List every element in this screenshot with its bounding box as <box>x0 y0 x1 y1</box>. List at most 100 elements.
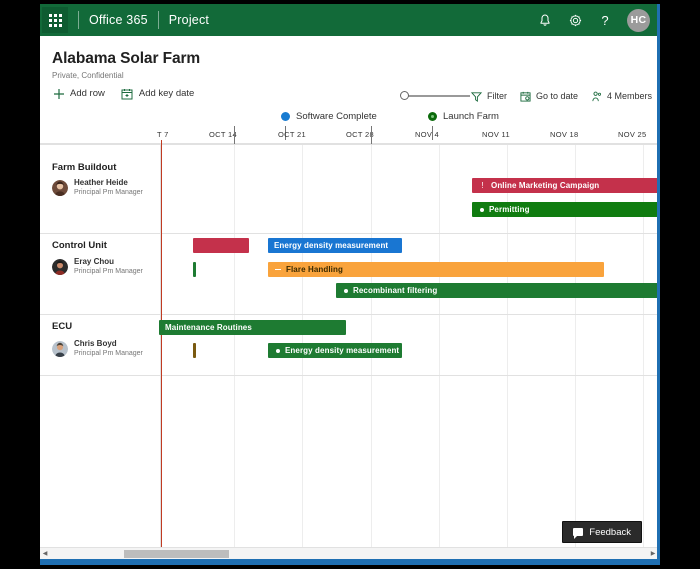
row-divider <box>40 144 660 145</box>
members-button[interactable]: 4 Members <box>591 90 652 102</box>
task-bar-offscreen-red[interactable] <box>193 238 249 253</box>
dot-icon <box>344 289 348 293</box>
feedback-button[interactable]: Feedback <box>562 521 642 543</box>
feedback-icon <box>573 528 583 536</box>
row-owner-ecu[interactable]: Chris Boyd Principal Pm Manager <box>52 339 143 358</box>
key-date-label: Software Complete <box>296 111 377 122</box>
owner-role: Principal Pm Manager <box>74 267 143 276</box>
row-divider <box>40 314 660 315</box>
feedback-label: Feedback <box>589 527 631 538</box>
filter-label: Filter <box>487 91 507 101</box>
timeline-header: T 7 OCT 14 OCT 21 OCT 28 NOV 4 NOV 11 NO… <box>40 126 660 144</box>
add-key-date-label: Add key date <box>139 88 194 99</box>
suite-app-label[interactable]: Project <box>169 13 209 27</box>
task-bar-recombinant-filtering[interactable]: Recombinant filtering <box>336 283 658 298</box>
task-bar-label: Maintenance Routines <box>165 323 252 332</box>
window-right-accent <box>657 4 660 565</box>
owner-name: Chris Boyd <box>74 339 143 349</box>
key-date-software-complete[interactable]: Software Complete <box>281 111 377 122</box>
timeline-tick: T 7 <box>157 130 169 139</box>
dot-icon <box>480 208 484 212</box>
timeline-tick: NOV 25 <box>618 130 646 139</box>
task-bar-online-marketing-campaign[interactable]: ! Online Marketing Campaign <box>472 178 660 193</box>
timeline-tick: NOV 18 <box>550 130 578 139</box>
task-bar-label: Energy density measurement <box>274 241 388 250</box>
task-bar-label: Online Marketing Campaign <box>491 181 599 190</box>
suite-divider-2 <box>158 11 159 29</box>
task-bar-energy-density-measurement[interactable]: Energy density measurement <box>268 238 402 253</box>
suite-divider-1 <box>78 11 79 29</box>
calendar-icon <box>520 90 532 102</box>
suite-actions: ? HC <box>537 9 660 32</box>
go-to-date-button[interactable]: Go to date <box>520 90 578 102</box>
grid-column-line <box>234 144 235 547</box>
plus-icon <box>52 87 65 100</box>
row-group-title-control-unit: Control Unit <box>52 240 107 251</box>
heather-avatar <box>52 180 68 196</box>
add-row-button[interactable]: Add row <box>52 87 105 100</box>
row-divider <box>40 375 660 376</box>
page-title: Alabama Solar Farm <box>52 50 200 68</box>
calendar-add-icon <box>121 87 134 100</box>
key-date-dot-icon <box>281 112 290 121</box>
row-owner-text: Chris Boyd Principal Pm Manager <box>74 339 143 358</box>
owner-name: Heather Heide <box>74 178 143 188</box>
settings-gear-icon[interactable] <box>567 12 583 28</box>
task-bar-maintenance-routines[interactable]: Maintenance Routines <box>159 320 346 335</box>
help-icon[interactable]: ? <box>597 12 613 28</box>
alert-icon: ! <box>479 181 486 190</box>
user-avatar[interactable]: HC <box>627 9 650 32</box>
task-bar-label: Flare Handling <box>286 265 343 274</box>
window-bottom-accent <box>40 559 660 565</box>
app-window: Office 365 Project ? HC Alabama Solar Fa… <box>40 4 660 565</box>
timeline-tick: NOV 4 <box>415 130 439 139</box>
gantt-grid: Farm Buildout Heather Heide Principal Pm… <box>40 144 660 547</box>
key-date-label: Launch Farm <box>443 111 499 122</box>
key-date-dot-icon <box>428 112 437 121</box>
task-bar-energy-density-measurement-ecu[interactable]: Energy density measurement <box>268 343 402 358</box>
timeline-divider <box>234 126 235 144</box>
timeline-tick: NOV 11 <box>482 130 510 139</box>
task-bar-stub-green[interactable] <box>193 262 196 277</box>
row-group-title-ecu: ECU <box>52 321 72 332</box>
add-row-label: Add row <box>70 88 105 99</box>
timeline-tick: OCT 21 <box>278 130 306 139</box>
header-tools: Filter Go to date 4 Members <box>471 90 652 102</box>
row-owner-farm-buildout[interactable]: Heather Heide Principal Pm Manager <box>52 178 143 197</box>
scroll-left-arrow-icon[interactable]: ◀ <box>40 548 50 560</box>
scrollbar-thumb[interactable] <box>124 550 229 558</box>
row-divider <box>40 233 660 234</box>
row-owner-text: Heather Heide Principal Pm Manager <box>74 178 143 197</box>
page-subtitle: Private, Confidential <box>52 71 124 80</box>
dot-icon <box>276 349 280 353</box>
task-bar-permitting[interactable]: Permitting <box>472 202 660 217</box>
horizontal-scrollbar[interactable]: ◀ ▶ <box>40 547 660 559</box>
task-bar-stub-olive[interactable] <box>193 343 196 358</box>
owner-role: Principal Pm Manager <box>74 188 143 197</box>
dash-icon <box>275 269 281 271</box>
owner-name: Eray Chou <box>74 257 143 267</box>
key-date-launch-farm[interactable]: Launch Farm <box>428 111 499 122</box>
office-suite-bar: Office 365 Project ? HC <box>40 4 660 36</box>
task-bar-flare-handling[interactable]: Flare Handling <box>268 262 604 277</box>
zoom-slider[interactable] <box>400 90 470 102</box>
zoom-slider-track <box>405 95 470 97</box>
filter-button[interactable]: Filter <box>471 90 507 102</box>
members-label: 4 Members <box>607 91 652 101</box>
add-key-date-button[interactable]: Add key date <box>121 87 194 100</box>
chris-avatar <box>52 341 68 357</box>
app-launcher-icon[interactable] <box>42 7 68 33</box>
zoom-slider-knob[interactable] <box>400 91 409 100</box>
task-bar-label: Energy density measurement <box>285 346 399 355</box>
command-bar: Add row Add key date <box>52 87 194 100</box>
row-owner-control-unit[interactable]: Eray Chou Principal Pm Manager <box>52 257 143 276</box>
suite-brand-label[interactable]: Office 365 <box>89 13 148 27</box>
people-icon <box>591 90 603 102</box>
row-owner-text: Eray Chou Principal Pm Manager <box>74 257 143 276</box>
today-marker-line <box>161 144 162 547</box>
owner-role: Principal Pm Manager <box>74 349 143 358</box>
filter-icon <box>471 90 483 102</box>
notification-bell-icon[interactable] <box>537 12 553 28</box>
waffle-grid <box>49 14 62 27</box>
task-bar-label: Permitting <box>489 205 530 214</box>
